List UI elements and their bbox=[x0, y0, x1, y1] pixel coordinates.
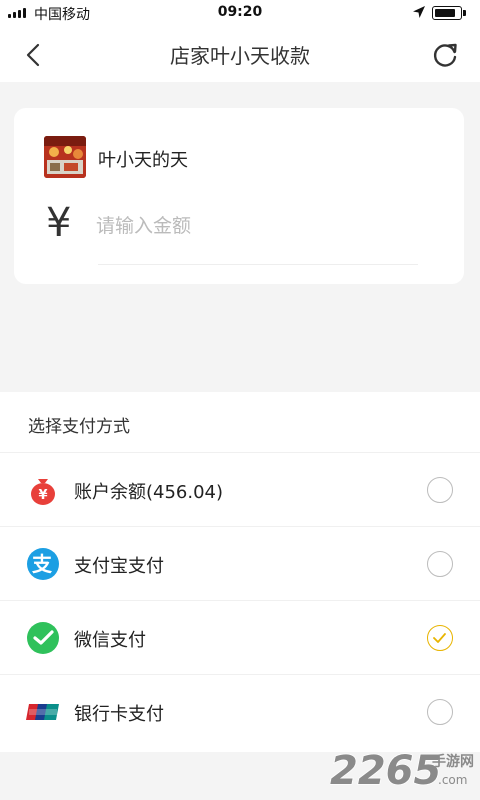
payment-option-wechat[interactable]: 微信支付 bbox=[0, 600, 480, 674]
radio-unchecked-icon[interactable] bbox=[427, 477, 453, 503]
money-bag-icon: ¥ bbox=[31, 479, 55, 505]
battery-icon bbox=[432, 6, 466, 20]
refresh-icon[interactable] bbox=[430, 40, 460, 70]
status-bar: 中国移动 09:20 bbox=[0, 0, 480, 26]
svg-text:¥: ¥ bbox=[38, 488, 47, 503]
radio-unchecked-icon[interactable] bbox=[427, 551, 453, 577]
payment-option-label: 账户余额(456.04) bbox=[74, 482, 224, 503]
payment-option-label: 微信支付 bbox=[74, 630, 146, 651]
payment-card: 叶小天的天 ¥ bbox=[14, 108, 464, 284]
watermark-text: 手游网 bbox=[432, 753, 474, 770]
merchant-name: 叶小天的天 bbox=[98, 150, 188, 171]
payment-option-alipay[interactable]: 支 支付宝支付 bbox=[0, 526, 480, 600]
wechat-pay-icon bbox=[27, 622, 59, 654]
amount-input[interactable] bbox=[96, 208, 416, 244]
payment-option-label: 银行卡支付 bbox=[74, 704, 164, 725]
watermark-domain: .com bbox=[438, 773, 467, 787]
page-title: 店家叶小天收款 bbox=[170, 44, 310, 68]
currency-symbol: ¥ bbox=[46, 200, 72, 246]
radio-checked-icon[interactable] bbox=[427, 625, 453, 651]
status-time: 09:20 bbox=[217, 4, 263, 20]
radio-unchecked-icon[interactable] bbox=[427, 699, 453, 725]
svg-text:支: 支 bbox=[32, 552, 53, 576]
payment-option-balance[interactable]: ¥ 账户余额(456.04) bbox=[0, 452, 480, 526]
shop-avatar bbox=[44, 136, 86, 178]
nav-bar: 店家叶小天收款 bbox=[0, 26, 480, 82]
watermark-number: 2265 bbox=[330, 748, 441, 794]
payment-method-section: 选择支付方式 ¥ 账户余额(456.04) 支 支付宝支付 微信支付 银行卡支付 bbox=[0, 392, 480, 752]
battery-fill bbox=[435, 9, 455, 17]
site-watermark: 2265 手游网 .com bbox=[330, 747, 474, 795]
payment-option-bankcard[interactable]: 银行卡支付 bbox=[0, 674, 480, 748]
alipay-icon: 支 bbox=[27, 548, 59, 580]
amount-underline bbox=[98, 264, 418, 265]
payment-option-label: 支付宝支付 bbox=[74, 556, 164, 577]
location-arrow-icon bbox=[413, 6, 425, 18]
unionpay-icon bbox=[26, 704, 59, 720]
payment-method-header: 选择支付方式 bbox=[28, 417, 130, 437]
